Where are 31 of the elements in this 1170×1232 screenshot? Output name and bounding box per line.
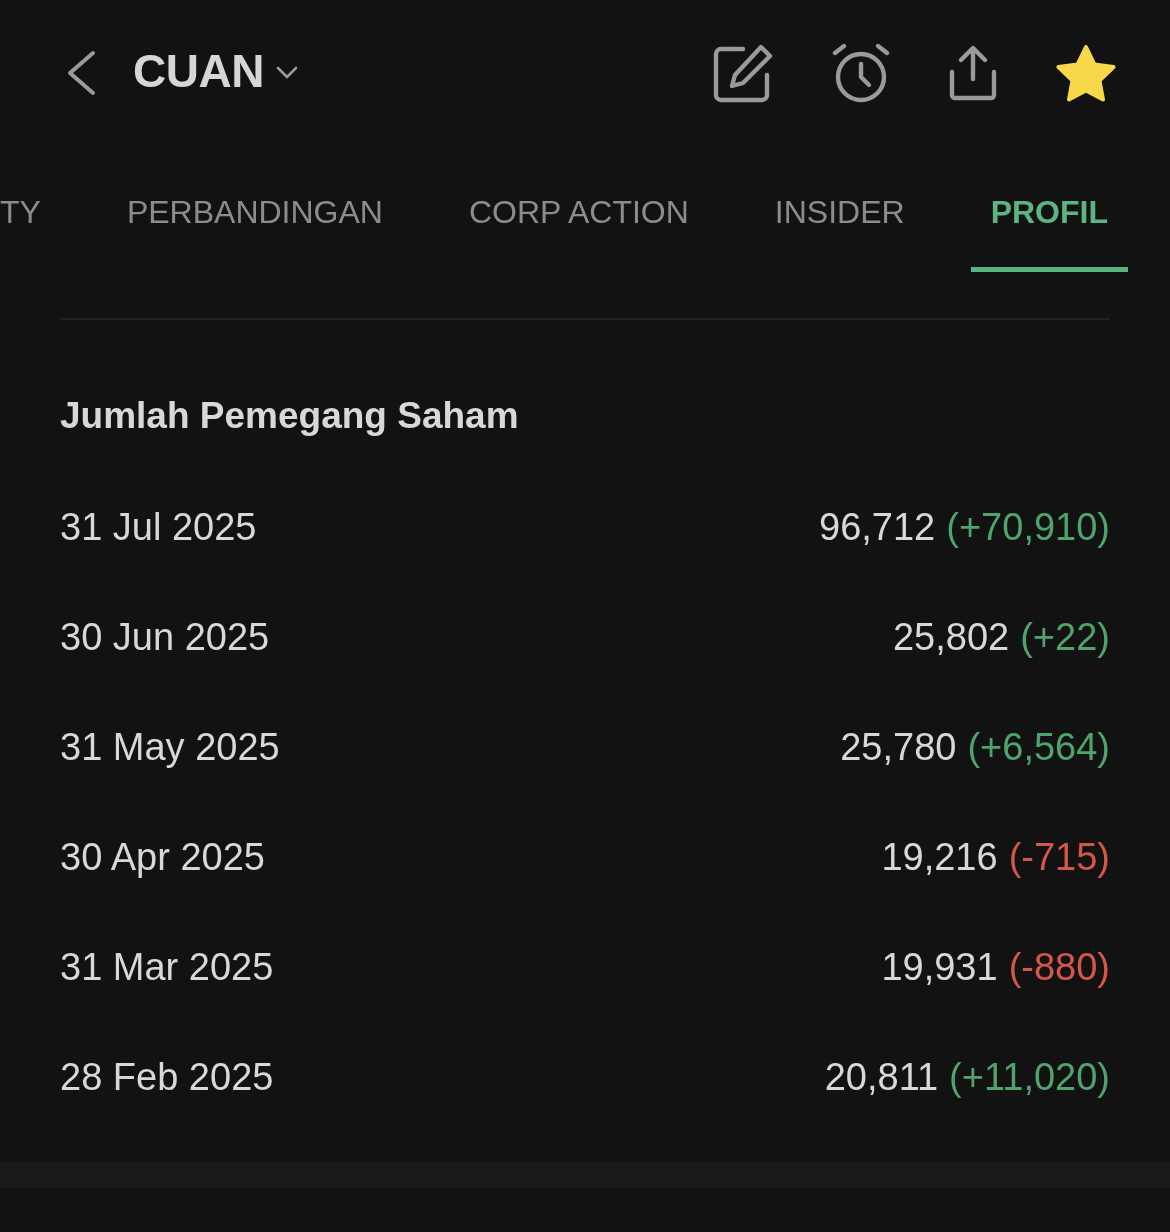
date-label: 31 May 2025	[60, 725, 280, 770]
alarm-clock-icon[interactable]	[831, 42, 891, 103]
back-icon[interactable]	[65, 49, 97, 96]
share-icon[interactable]	[949, 44, 997, 101]
change-value: (+6,564)	[967, 725, 1110, 770]
shareholder-count: 25,802	[893, 615, 1010, 660]
change-value: (+22)	[1020, 615, 1110, 660]
caret-icon	[275, 66, 298, 79]
shareholder-count: 25,780	[840, 725, 957, 770]
tab[interactable]: CORP ACTION	[448, 145, 709, 272]
date-label: 30 Apr 2025	[60, 835, 265, 880]
date-label: 31 Jul 2025	[60, 505, 257, 550]
date-label: 28 Feb 2025	[60, 1055, 274, 1100]
tab[interactable]: PERBANDINGAN	[106, 145, 403, 272]
tab[interactable]: TY	[0, 145, 61, 272]
change-value: (+70,910)	[946, 505, 1110, 550]
stock-title-dropdown[interactable]: CUAN	[133, 42, 298, 99]
edit-icon[interactable]	[713, 42, 773, 103]
shareholder-count: 19,931	[881, 945, 998, 990]
section-title: Jumlah Pemegang Saham	[60, 394, 519, 438]
date-label: 30 Jun 2025	[60, 615, 270, 660]
tab[interactable]: PROFIL	[970, 145, 1128, 272]
shareholder-count: 20,811	[824, 1055, 939, 1100]
shareholder-count: 96,712	[819, 505, 936, 550]
star-icon[interactable]	[1055, 43, 1117, 102]
change-value: (-715)	[1008, 835, 1110, 880]
change-value: (+11,020)	[949, 1055, 1110, 1100]
change-value: (-880)	[1008, 945, 1110, 990]
date-label: 31 Mar 2025	[60, 945, 274, 990]
tab[interactable]: INSIDER	[754, 145, 925, 272]
shareholder-count: 19,216	[881, 835, 998, 880]
